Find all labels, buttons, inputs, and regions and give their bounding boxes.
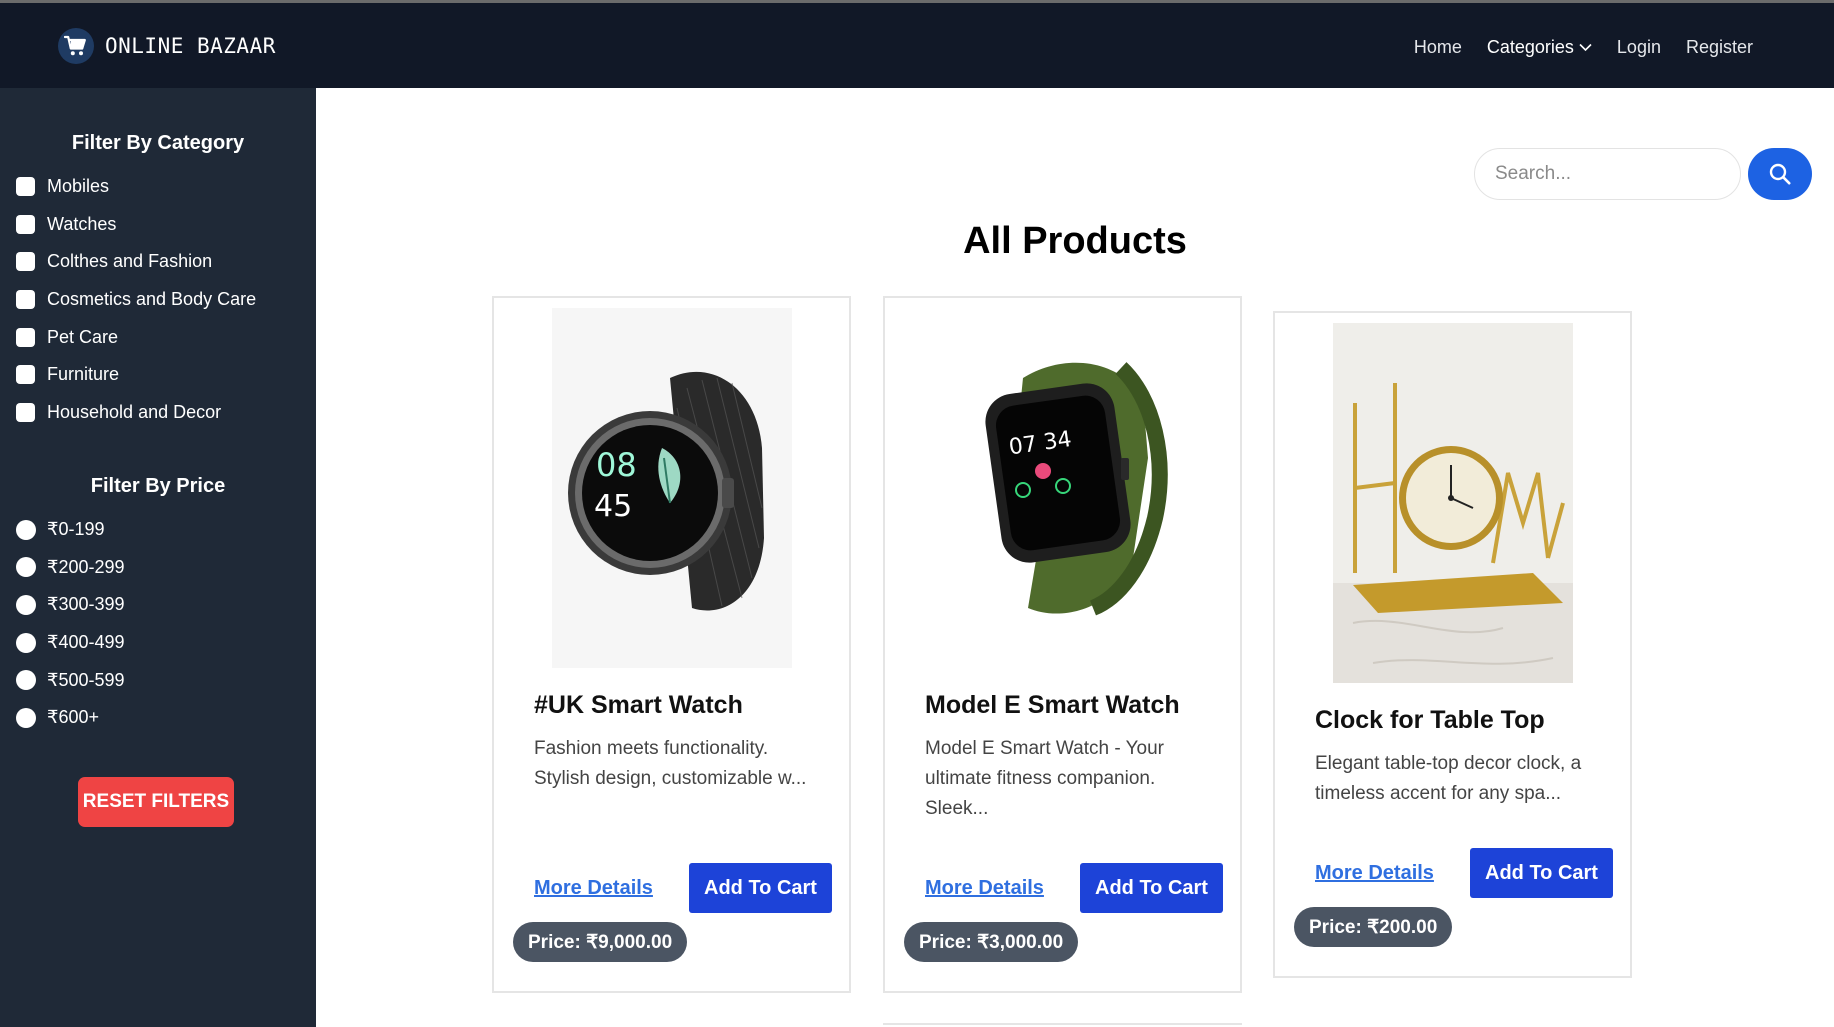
next-row-card-edge	[883, 1023, 1242, 1027]
price-label: ₹300-399	[47, 594, 125, 615]
product-image-clock-for-table-top[interactable]	[1333, 323, 1573, 683]
add-to-cart-button[interactable]: Add To Cart	[1470, 848, 1613, 898]
category-label: Mobiles	[47, 176, 110, 197]
category-option-clothes[interactable]: Colthes and Fashion	[16, 243, 256, 281]
category-option-furniture[interactable]: Furniture	[16, 356, 256, 394]
category-label: Furniture	[47, 364, 120, 385]
price-label: ₹600+	[47, 707, 99, 728]
product-card: 08 45 #UK Smart Watch Fashion meets func…	[492, 296, 851, 993]
product-image-model-e-smart-watch[interactable]: 07 34	[943, 308, 1183, 668]
checkbox[interactable]	[16, 214, 35, 234]
category-label: Colthes and Fashion	[47, 251, 213, 272]
filter-sidebar: Filter By Category Mobiles Watches Colth…	[0, 88, 316, 1027]
watch-face-minute: 45	[594, 489, 632, 524]
nav-categories-dropdown[interactable]: Categories	[1487, 37, 1592, 58]
search-input[interactable]	[1474, 148, 1741, 200]
nav-register-link[interactable]: Register	[1686, 37, 1753, 58]
watch-face-hour: 08	[596, 446, 637, 484]
price-badge: Price: ₹3,000.00	[904, 922, 1079, 962]
checkbox[interactable]	[16, 252, 35, 272]
price-option-500-599[interactable]: ₹500-599	[16, 661, 125, 699]
radio-button[interactable]	[16, 670, 36, 691]
price-option-0-199[interactable]: ₹0-199	[16, 511, 125, 549]
price-badge: Price: ₹200.00	[1294, 907, 1453, 947]
product-description: Fashion meets functionality. Stylish des…	[534, 738, 807, 789]
category-option-mobiles[interactable]: Mobiles	[16, 168, 256, 206]
product-description: Model E Smart Watch - Your ultimate fitn…	[925, 738, 1165, 819]
add-to-cart-button[interactable]: Add To Cart	[689, 863, 832, 913]
navbar: ONLINE BAZAAR Home Categories Login Regi…	[0, 3, 1834, 88]
category-filter-list: Mobiles Watches Colthes and Fashion Cosm…	[16, 168, 256, 431]
radio-button[interactable]	[16, 557, 36, 578]
category-option-pet-care[interactable]: Pet Care	[16, 318, 256, 356]
price-label: ₹200-299	[47, 556, 125, 577]
checkbox[interactable]	[16, 365, 35, 385]
radio-button[interactable]	[16, 707, 36, 728]
product-image-uk-smart-watch[interactable]: 08 45	[552, 308, 792, 668]
search-icon	[1769, 163, 1791, 185]
category-option-watches[interactable]: Watches	[16, 206, 256, 244]
add-to-cart-button[interactable]: Add To Cart	[1080, 863, 1223, 913]
more-details-link[interactable]: More Details	[534, 877, 653, 900]
product-description: Elegant table-top decor clock, a timeles…	[1315, 753, 1582, 804]
shopping-cart-icon	[58, 28, 94, 64]
price-badge: Price: ₹9,000.00	[513, 922, 688, 962]
category-label: Watches	[47, 213, 117, 234]
category-label: Household and Decor	[47, 401, 222, 422]
category-filter-title: Filter By Category	[71, 132, 245, 154]
price-filter-title: Filter By Price	[90, 475, 226, 497]
brand-name: ONLINE BAZAAR	[105, 34, 276, 58]
brand[interactable]: ONLINE BAZAAR	[58, 28, 276, 64]
price-option-400-499[interactable]: ₹400-499	[16, 624, 125, 662]
checkbox[interactable]	[16, 402, 35, 422]
category-option-cosmetics[interactable]: Cosmetics and Body Care	[16, 281, 256, 319]
more-details-link[interactable]: More Details	[925, 877, 1044, 900]
product-name[interactable]: Clock for Table Top	[1315, 706, 1545, 735]
price-option-200-299[interactable]: ₹200-299	[16, 549, 125, 587]
product-name[interactable]: Model E Smart Watch	[925, 691, 1180, 720]
price-option-300-399[interactable]: ₹300-399	[16, 586, 125, 624]
checkbox[interactable]	[16, 290, 35, 310]
nav-home-link[interactable]: Home	[1414, 37, 1462, 58]
price-option-600-plus[interactable]: ₹600+	[16, 699, 125, 737]
price-filter-list: ₹0-199 ₹200-299 ₹300-399 ₹400-499 ₹500-5…	[16, 511, 125, 737]
price-label: ₹500-599	[47, 669, 125, 690]
nav-categories-label: Categories	[1486, 37, 1574, 57]
product-name[interactable]: #UK Smart Watch	[534, 691, 743, 720]
checkbox[interactable]	[16, 327, 35, 347]
category-label: Cosmetics and Body Care	[47, 289, 257, 310]
nav-links: Home Categories Login Register	[1389, 37, 1753, 58]
category-option-household[interactable]: Household and Decor	[16, 394, 256, 432]
price-label: ₹0-199	[47, 519, 105, 540]
search-button[interactable]	[1748, 148, 1812, 200]
nav-login-link[interactable]: Login	[1617, 37, 1661, 58]
radio-button[interactable]	[16, 519, 36, 540]
category-label: Pet Care	[47, 326, 119, 347]
page-title: All Products	[963, 220, 1187, 262]
radio-button[interactable]	[16, 632, 36, 653]
checkbox[interactable]	[16, 177, 35, 197]
product-card: Clock for Table Top Elegant table-top de…	[1273, 311, 1632, 978]
price-label: ₹400-499	[47, 632, 125, 653]
chevron-down-icon	[1579, 43, 1592, 52]
more-details-link[interactable]: More Details	[1315, 862, 1434, 885]
reset-filters-button[interactable]: RESET FILTERS	[78, 777, 234, 827]
radio-button[interactable]	[16, 594, 36, 615]
product-card: 07 34 Model E Smart Watch Model E Smart …	[883, 296, 1242, 993]
